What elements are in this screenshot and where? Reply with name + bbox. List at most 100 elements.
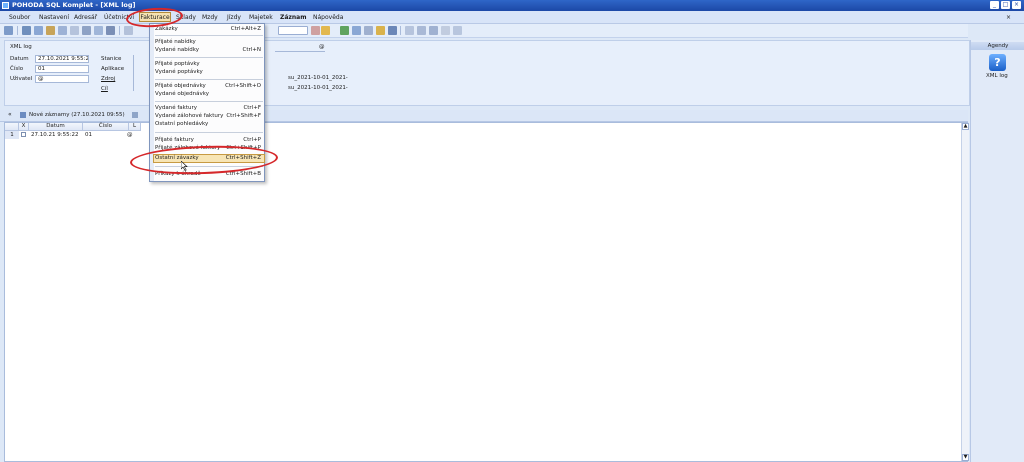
- menu-item-label: Přijaté zálohové faktury: [155, 145, 221, 151]
- menu-item-shortcut: Ctrl+Alt+Z: [230, 26, 261, 32]
- collapse-icon[interactable]: «: [8, 111, 12, 119]
- toolbar-separator: [400, 26, 401, 35]
- agenda-icon[interactable]: [4, 26, 13, 35]
- layout-icon[interactable]: [405, 26, 414, 35]
- cell-cislo: 01: [85, 132, 92, 138]
- scroll-up-button[interactable]: ▲: [962, 123, 969, 130]
- menu-mzdy[interactable]: Mzdy: [202, 13, 218, 22]
- menu-item-prijate-zalohove-faktury[interactable]: Přijaté zálohové faktury Ctrl+Shift+P: [154, 145, 264, 152]
- columns-icon[interactable]: [417, 26, 426, 35]
- new-record-icon[interactable]: [22, 26, 31, 35]
- menu-item-ostatni-zavazky[interactable]: Ostatní závazky Ctrl+Shift+Z: [153, 154, 265, 163]
- document-icon[interactable]: [352, 26, 361, 35]
- agenda-header: Agendy: [971, 42, 1024, 50]
- menu-item-prikazy-k-uhrade[interactable]: Příkazy k úhradě Ctrl+Shift+B: [154, 171, 264, 178]
- menu-ucetnictvi[interactable]: Účetnictví: [104, 13, 134, 22]
- preview-icon[interactable]: [94, 26, 103, 35]
- mouse-cursor-icon: [181, 161, 188, 171]
- delete-icon[interactable]: [70, 26, 79, 35]
- menu-napoveda[interactable]: Nápověda: [313, 13, 343, 22]
- grid-icon[interactable]: [388, 26, 397, 35]
- menu-soubor[interactable]: Soubor: [9, 13, 30, 22]
- vertical-scrollbar[interactable]: ▲ ▼: [961, 123, 969, 461]
- field-divider: [275, 51, 325, 52]
- column-header-datum[interactable]: Datum: [29, 123, 83, 131]
- print-icon[interactable]: [82, 26, 91, 35]
- cil-value: su_2021-10-01_2021-: [288, 85, 348, 91]
- menu-item-vydane-objednavky[interactable]: Vydané objednávky: [154, 91, 264, 98]
- menu-nastaveni[interactable]: Nastavení: [39, 13, 69, 22]
- cislo-field[interactable]: 01: [35, 65, 89, 73]
- search-input[interactable]: [278, 26, 308, 35]
- copy-icon[interactable]: [58, 26, 67, 35]
- menu-item-vydane-faktury[interactable]: Vydané faktury Ctrl+F: [154, 105, 264, 112]
- zdroj-link[interactable]: Zdroj: [101, 75, 115, 83]
- menu-item-ostatni-pohledavky[interactable]: Ostatní pohledávky: [154, 121, 264, 128]
- tools-icon[interactable]: [441, 26, 450, 35]
- menu-jizdy[interactable]: Jízdy: [227, 13, 241, 22]
- menu-adresar[interactable]: Adresář: [74, 13, 97, 22]
- clear-filter-icon[interactable]: [311, 26, 320, 35]
- menu-item-shortcut: Ctrl+P: [243, 137, 261, 143]
- column-header-l[interactable]: L: [129, 123, 141, 131]
- cell-datum: 27.10.21 9:55:22: [31, 132, 79, 138]
- menu-item-vydane-nabidky[interactable]: Vydané nabídky Ctrl+N: [154, 47, 264, 54]
- menu-item-shortcut: Ctrl+N: [242, 47, 261, 53]
- menu-fakturace[interactable]: Fakturace: [139, 12, 171, 22]
- menu-item-prijate-nabidky[interactable]: Přijaté nabídky: [154, 39, 264, 46]
- menu-sklady[interactable]: Sklady: [176, 13, 196, 22]
- column-header-cislo[interactable]: Číslo: [83, 123, 129, 131]
- menu-item-label: Přijaté objednávky: [155, 83, 206, 89]
- menu-item-vydane-poptavky[interactable]: Vydané poptávky: [154, 69, 264, 76]
- menu-separator: [155, 35, 263, 36]
- stanice-label: Stanice: [101, 56, 122, 62]
- menu-item-label: Přijaté faktury: [155, 137, 194, 143]
- maximize-button[interactable]: □: [1001, 1, 1010, 9]
- at-icon: @: [319, 44, 325, 50]
- menu-item-label: Vydané zálohové faktury: [155, 113, 224, 119]
- menu-zaznam[interactable]: Záznam: [280, 13, 306, 22]
- menu-item-prijate-poptavky[interactable]: Přijaté poptávky: [154, 61, 264, 68]
- checkmark-icon[interactable]: [340, 26, 349, 35]
- menu-item-shortcut: Ctrl+Shift+O: [225, 83, 261, 89]
- save-icon[interactable]: [46, 26, 55, 35]
- cil-link[interactable]: Cíl: [101, 85, 108, 93]
- app-icon: [2, 2, 9, 9]
- filter-icon[interactable]: [124, 26, 133, 35]
- menu-item-label: Přijaté poptávky: [155, 61, 200, 67]
- edit-record-icon[interactable]: [34, 26, 43, 35]
- table-icon[interactable]: [429, 26, 438, 35]
- xml-log-label[interactable]: XML log: [986, 72, 1008, 80]
- scroll-down-button[interactable]: ▼: [962, 454, 969, 461]
- xml-log-icon[interactable]: ?: [989, 54, 1006, 71]
- panel-title: XML log: [10, 44, 32, 50]
- toolbar-separator: [119, 26, 120, 35]
- calendar-icon[interactable]: [364, 26, 373, 35]
- row-checkbox[interactable]: [21, 132, 26, 137]
- menu-item-label: Zakázky: [155, 26, 178, 32]
- column-header-x[interactable]: X: [19, 123, 29, 131]
- menu-item-label: Přijaté nabídky: [155, 39, 196, 45]
- column-header-marker: [5, 123, 19, 131]
- menu-separator: [155, 79, 263, 80]
- menu-item-prijate-faktury[interactable]: Přijaté faktury Ctrl+P: [154, 137, 264, 144]
- row-marker: 1: [5, 131, 19, 139]
- send-icon[interactable]: [106, 26, 115, 35]
- folder-icon[interactable]: [321, 26, 330, 35]
- close-button[interactable]: ×: [1012, 1, 1021, 9]
- menu-item-vydane-zalohove-faktury[interactable]: Vydané zálohové faktury Ctrl+Shift+F: [154, 113, 264, 120]
- star-icon[interactable]: [376, 26, 385, 35]
- menu-separator: [155, 101, 263, 102]
- mdi-close-icon[interactable]: ×: [1006, 13, 1011, 22]
- tab-icon: [20, 112, 26, 118]
- menu-item-shortcut: Ctrl+Shift+B: [225, 171, 261, 177]
- datum-field[interactable]: 27.10.2021 9:55:2: [35, 55, 89, 63]
- more-icon[interactable]: [453, 26, 462, 35]
- menu-item-zakazky[interactable]: Zakázky Ctrl+Alt+Z: [154, 26, 264, 33]
- menu-item-prijate-objednavky[interactable]: Přijaté objednávky Ctrl+Shift+O: [154, 83, 264, 90]
- minimize-button[interactable]: _: [990, 1, 999, 9]
- tab-list-icon[interactable]: [132, 112, 138, 118]
- tab-new-records[interactable]: Nové záznamy (27.10.2021 09:55): [29, 111, 125, 119]
- uzivatel-field[interactable]: @: [35, 75, 89, 83]
- menu-majetek[interactable]: Majetek: [249, 13, 273, 22]
